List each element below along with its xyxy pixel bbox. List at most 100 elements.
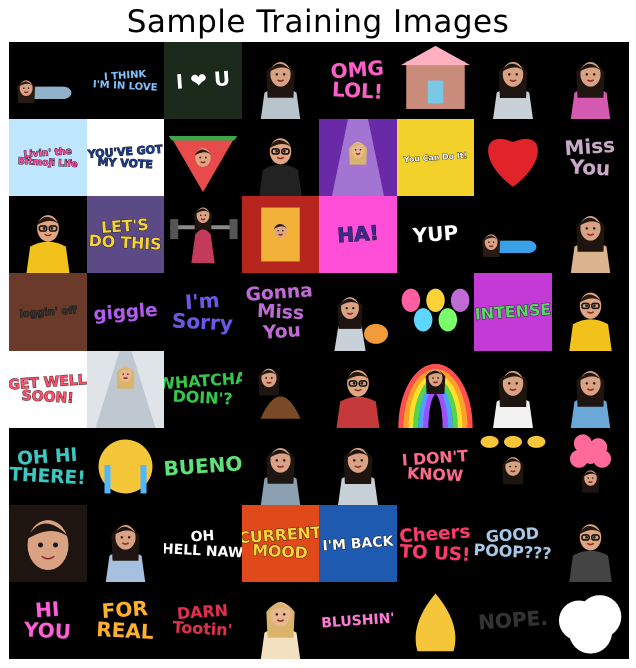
tile-caption: HA!: [337, 221, 380, 248]
sticker-image: [397, 351, 474, 428]
sticker-image: I'M BACK: [319, 505, 397, 582]
sample-image-tile: [397, 273, 474, 351]
sticker-image: [242, 119, 319, 196]
sample-image-tile: [242, 428, 319, 505]
sample-image-tile: BUENO: [164, 428, 242, 505]
sample-image-tile: I THINK I'M IN LOVE: [87, 42, 164, 119]
tile-caption: You: [568, 154, 611, 180]
sample-image-tile: [242, 196, 319, 273]
sample-image-tile: [242, 582, 319, 659]
sticker-image: [242, 196, 319, 273]
sample-image-tile: YUP: [397, 196, 474, 273]
tile-caption: YUP: [411, 220, 459, 247]
sticker-image: YUP: [397, 196, 474, 273]
tile-caption: THERE!: [9, 464, 86, 489]
sample-image-tile: HA!: [319, 196, 397, 273]
tile-caption: POOP???: [474, 540, 552, 563]
sticker-image: [319, 273, 397, 351]
sample-image-tile: FOR REAL: [87, 582, 164, 659]
tile-caption: DOIN'?: [172, 386, 233, 408]
sticker-image: [319, 119, 397, 196]
sticker-image: [87, 505, 164, 582]
sticker-image: [242, 351, 319, 428]
sticker-image: MissYou: [552, 119, 629, 196]
sticker-image: [552, 428, 629, 505]
sample-image-tile: INTENSE: [474, 273, 552, 351]
sample-image-tile: I ❤ U: [164, 42, 242, 119]
sample-image-tile: [552, 273, 629, 351]
sample-image-tile: [319, 351, 397, 428]
sticker-image: Livin' theBitmoji Life: [9, 119, 87, 196]
sticker-image: [319, 428, 397, 505]
sticker-image: [242, 42, 319, 119]
sticker-image: You Can Do It!: [397, 119, 474, 196]
sticker-image: loggin' off: [9, 273, 87, 351]
sample-image-tile: OH HI THERE!: [9, 428, 87, 505]
sticker-image: [552, 582, 629, 659]
sample-image-tile: [9, 196, 87, 273]
sample-image-tile: [552, 42, 629, 119]
sticker-image: HA!: [319, 196, 397, 273]
sticker-image: BLUSHIN': [319, 582, 397, 659]
sample-image-tile: [397, 42, 474, 119]
sample-image-tile: [552, 351, 629, 428]
figure-title: Sample Training Images: [126, 4, 510, 40]
sticker-image: I DON'TKNOW: [397, 428, 474, 505]
sample-image-tile: [397, 582, 474, 659]
tile-caption: Sorry: [171, 308, 233, 335]
sample-image-tile: [87, 428, 164, 505]
sample-image-tile: loggin' off: [9, 273, 87, 351]
sample-image-tile: You Can Do It!: [397, 119, 474, 196]
sample-image-tile: [474, 119, 552, 196]
sample-image-tile: [9, 42, 87, 119]
sticker-image: LET'SDO THIS: [87, 196, 164, 273]
image-grid-tiles: I THINK I'M IN LOVE I ❤ U OMG LOL! Livin' the…: [9, 42, 629, 659]
sample-image-tile: [9, 505, 87, 582]
sticker-image: YOU'VE GOTMY VOTE: [87, 119, 164, 196]
sample-image-tile: [242, 351, 319, 428]
sample-image-tile: [474, 351, 552, 428]
sample-image-tile: I'M BACK: [319, 505, 397, 582]
sticker-image: INTENSE: [474, 273, 552, 351]
sticker-image: [319, 351, 397, 428]
sample-image-tile: GOOD POOP???: [474, 505, 552, 582]
sticker-image: [552, 505, 629, 582]
sticker-image: [242, 582, 319, 659]
sample-image-tile: I'm Sorry: [164, 273, 242, 351]
sticker-image: [164, 196, 242, 273]
tile-caption: DO THIS: [88, 231, 162, 254]
sample-image-tile: [164, 196, 242, 273]
sample-image-tile: [319, 273, 397, 351]
tile-caption: YOU: [22, 617, 71, 643]
sample-image-tile: giggle: [87, 273, 164, 351]
sticker-image: [474, 428, 552, 505]
sample-image-tile: [552, 428, 629, 505]
sample-image-tile: [242, 42, 319, 119]
tile-caption: TO US!: [399, 541, 471, 566]
sticker-image: [474, 351, 552, 428]
sticker-image: NOPE.: [474, 582, 552, 659]
sticker-image: I'mSorry: [164, 273, 242, 351]
sticker-image: OH HITHERE!: [9, 428, 87, 505]
sticker-image: FORREAL: [87, 582, 164, 659]
sample-image-tile: [552, 582, 629, 659]
sticker-image: [397, 582, 474, 659]
sample-image-tile: [87, 505, 164, 582]
sample-image-tile: NOPE.: [474, 582, 552, 659]
sticker-image: [397, 273, 474, 351]
sticker-image: [552, 273, 629, 351]
tile-caption: KNOW: [407, 463, 464, 485]
sample-image-tile: [474, 42, 552, 119]
tile-caption: You: [261, 320, 301, 344]
sticker-image: OMGLOL!: [319, 42, 397, 119]
image-grid: I THINK I'M IN LOVE I ❤ U OMG LOL! Livin' the…: [9, 42, 629, 659]
sample-image-tile: LET'S DO THIS: [87, 196, 164, 273]
sample-image-tile: OH HELL NAW: [164, 505, 242, 582]
sample-image-tile: YOU'VE GOT MY VOTE: [87, 119, 164, 196]
sticker-image: [474, 196, 552, 273]
sample-image-tile: OMG LOL!: [319, 42, 397, 119]
sample-image-tile: DARN Tootin': [164, 582, 242, 659]
sticker-image: GET WELLSOON!: [9, 351, 87, 428]
sample-image-tile: HI YOU: [9, 582, 87, 659]
sample-image-tile: [474, 428, 552, 505]
